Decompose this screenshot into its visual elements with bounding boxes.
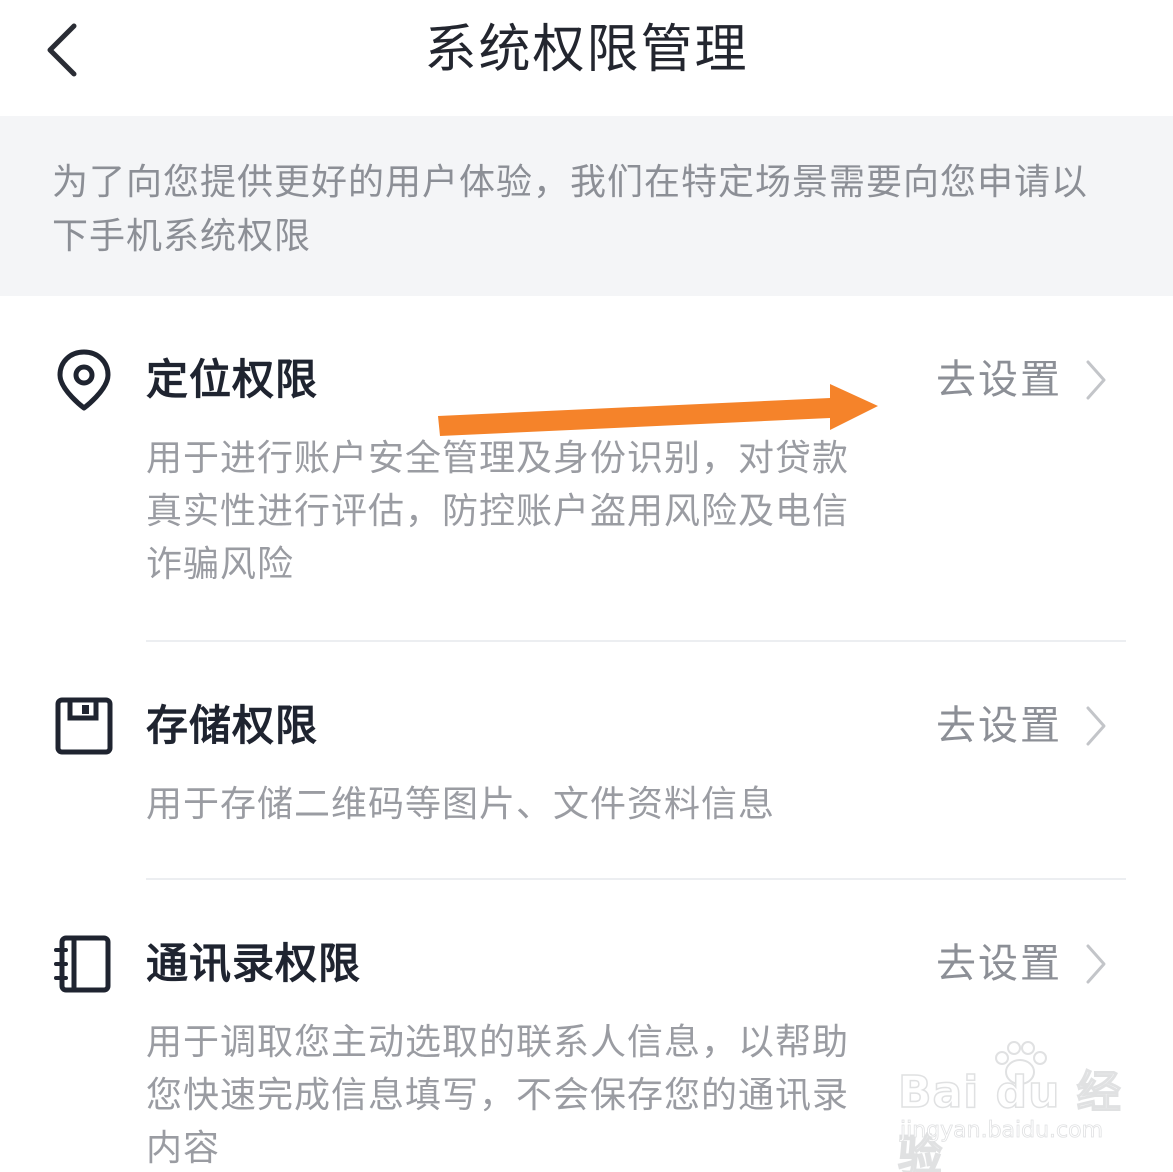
- location-pin-icon: [57, 349, 111, 411]
- app-header: 系统权限管理: [0, 0, 1173, 116]
- location-settings-button[interactable]: 去设置: [936, 350, 1110, 410]
- permission-description: 用于存储二维码等图片、文件资料信息: [146, 784, 776, 825]
- intro-text: 为了向您提供更好的用户体验，我们在特定场景需要向您申请以下手机系统权限: [52, 162, 1089, 257]
- permission-description: 用于调取您主动选取的联系人信息，以帮助您快速完成信息填写，不会保存您的通讯录内容: [146, 1022, 850, 1169]
- contacts-settings-button[interactable]: 去设置: [936, 934, 1110, 994]
- intro-banner: 为了向您提供更好的用户体验，我们在特定场景需要向您申请以下手机系统权限: [0, 116, 1173, 296]
- permission-title: 通讯录权限: [146, 939, 362, 988]
- page-title: 系统权限管理: [424, 20, 749, 80]
- watermark-brand: Bai du 经验: [897, 1066, 1122, 1172]
- permission-title: 定位权限: [146, 355, 319, 404]
- chevron-right-icon: [1086, 944, 1106, 984]
- annotation-arrow-icon: [438, 384, 878, 436]
- chevron-right-icon: [1086, 360, 1106, 400]
- watermark-url: jingyan.baidu.com: [900, 1118, 1104, 1144]
- permission-description: 用于进行账户安全管理及身份识别，对贷款真实性进行评估，防控账户盗用风险及电信诈骗…: [146, 438, 850, 585]
- settings-label: 去设置: [936, 357, 1062, 403]
- contacts-book-icon: [54, 935, 111, 993]
- storage-settings-button[interactable]: 去设置: [936, 696, 1110, 756]
- permission-item-storage: 存储权限 用于存储二维码等图片、文件资料信息 去设置: [0, 642, 1173, 878]
- settings-label: 去设置: [936, 703, 1062, 749]
- permission-title: 存储权限: [146, 701, 319, 750]
- permission-item-location: 定位权限 用于进行账户安全管理及身份识别，对贷款真实性进行评估，防控账户盗用风险…: [0, 296, 1173, 640]
- chevron-right-icon: [1086, 706, 1106, 746]
- settings-label: 去设置: [936, 941, 1062, 987]
- storage-icon: [55, 697, 113, 755]
- watermark: Bai du 经验 jingyan.baidu.com: [897, 1040, 1128, 1172]
